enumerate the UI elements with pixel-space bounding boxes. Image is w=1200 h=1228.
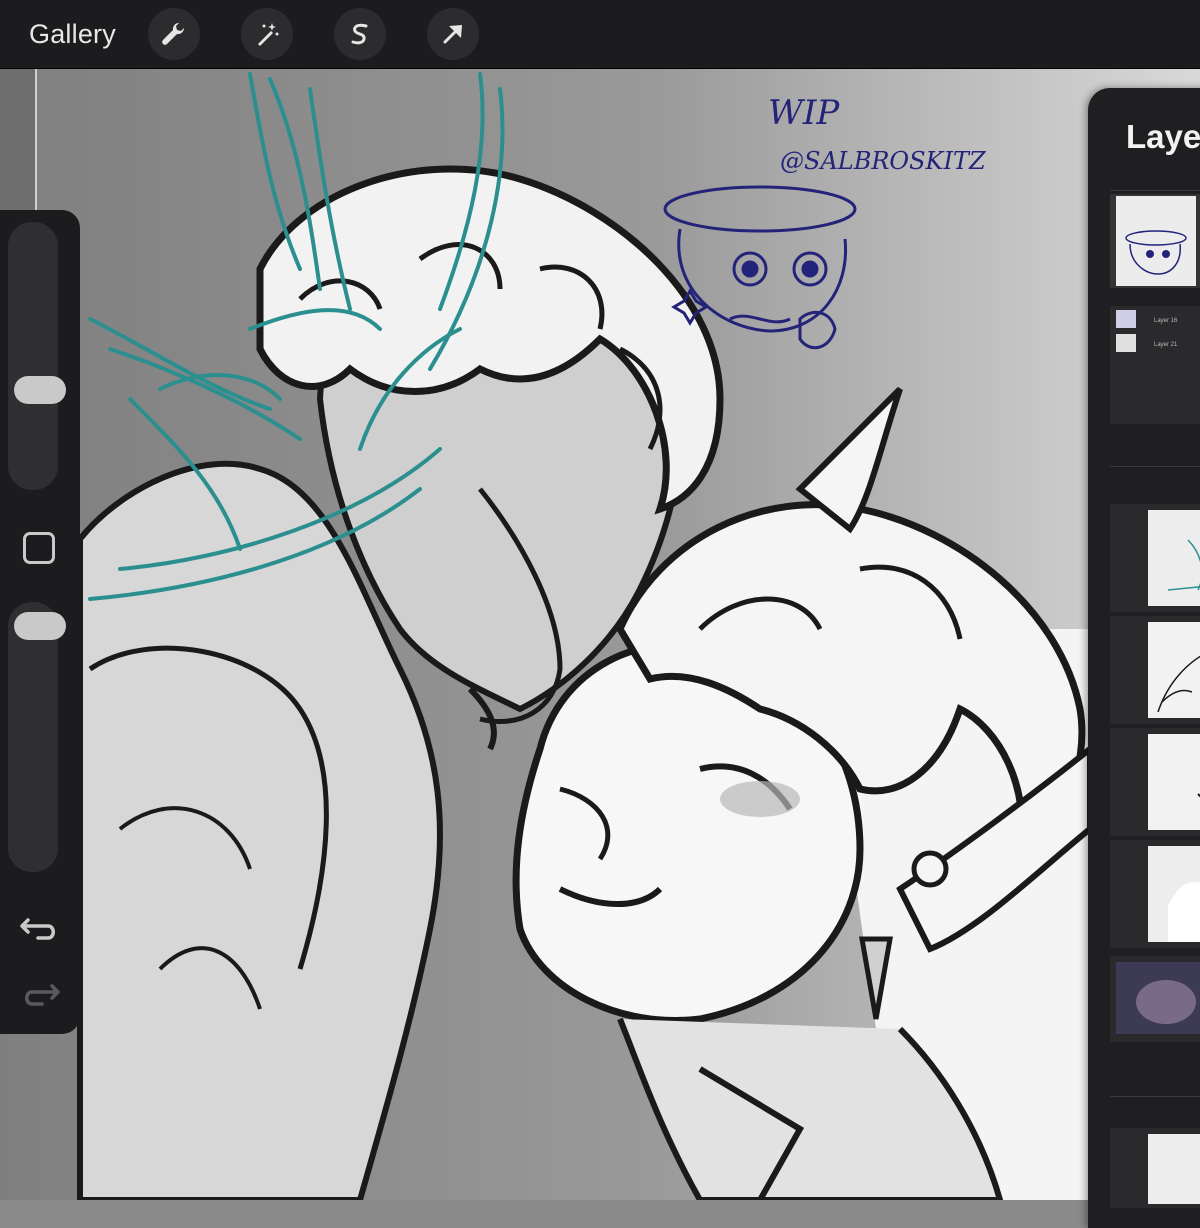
layer-row[interactable] [1110, 728, 1200, 836]
divider [1110, 1096, 1200, 1097]
top-toolbar: Gallery [0, 0, 1200, 69]
doodle-thumbnail-icon [1125, 230, 1187, 275]
undo-icon[interactable] [18, 908, 62, 944]
redo-icon[interactable] [18, 974, 62, 1010]
layer-thumbnail [1116, 334, 1136, 352]
divider [1110, 466, 1200, 467]
opacity-thumb[interactable] [14, 612, 66, 640]
transform-arrow-icon [443, 25, 462, 44]
layer-thumbnail [1148, 846, 1200, 942]
watermark-wip: WIP [768, 93, 840, 133]
transform-button[interactable] [426, 8, 479, 60]
layer-group[interactable]: Layer 16 Layer 21 [1110, 306, 1200, 424]
modify-square-icon[interactable] [23, 532, 55, 564]
teal-sketch-thumbnail [1167, 539, 1200, 591]
layer-thumbnail [1148, 734, 1200, 830]
layer-thumbnail [1116, 310, 1136, 328]
opacity-slider[interactable] [8, 602, 58, 872]
layer-thumbnail [1116, 962, 1200, 1034]
photo-thumbnail [1116, 962, 1200, 1034]
magic-wand-icon [257, 23, 279, 46]
selection-s-icon [351, 23, 368, 45]
layer-row[interactable] [1110, 840, 1200, 948]
drawing-canvas[interactable]: WIP @SALBROSKITZ [0, 69, 1200, 1200]
layer-row[interactable] [1110, 616, 1200, 724]
layer-name: Layer 21 [1154, 342, 1178, 348]
layers-panel-title: Layers [1126, 118, 1200, 155]
lineart-thumbnail [1157, 655, 1200, 713]
gallery-button[interactable]: Gallery [29, 19, 116, 50]
lineart-thumbnail [1197, 793, 1200, 798]
layer-thumbnail [1148, 510, 1200, 606]
adjustments-button[interactable] [240, 8, 293, 60]
layer-name: Layer 16 [1154, 318, 1178, 324]
wrench-icon [162, 22, 184, 45]
selection-button[interactable] [333, 8, 386, 60]
silhouette-thumbnail [1168, 882, 1200, 942]
actions-button[interactable] [147, 8, 200, 60]
layer-thumbnail [1148, 622, 1200, 718]
layer-thumbnail [1116, 196, 1196, 286]
layer-row[interactable] [1110, 504, 1200, 612]
brush-size-thumb[interactable] [14, 376, 66, 404]
layer-thumbnail [1148, 1134, 1200, 1204]
layer-row[interactable] [1110, 194, 1200, 288]
brush-size-slider[interactable] [8, 222, 58, 490]
layers-panel: Layers Layer 16 Layer 21 [1088, 88, 1200, 1228]
side-slider-panel [0, 210, 80, 1034]
divider [1110, 190, 1200, 191]
layer-row[interactable] [1110, 956, 1200, 1042]
layer-row[interactable] [1110, 1128, 1200, 1208]
watermark-handle: @SALBROSKITZ [780, 147, 987, 175]
artwork: WIP @SALBROSKITZ [0, 69, 1200, 1200]
